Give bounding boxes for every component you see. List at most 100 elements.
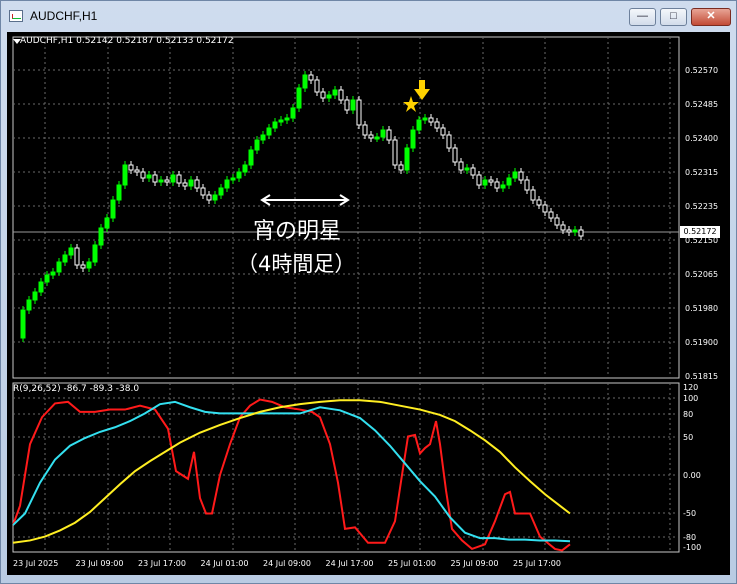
candle-body <box>176 174 182 184</box>
candle-body <box>56 261 62 273</box>
time-axis-label: 23 Jul 2025 <box>13 559 58 568</box>
candle-body <box>392 139 398 166</box>
candle-body <box>542 204 548 213</box>
candle-body <box>446 134 452 149</box>
candle-body <box>140 171 146 179</box>
candle-body <box>152 174 158 183</box>
candle-body <box>314 79 320 93</box>
candle-body <box>164 179 170 183</box>
candle-body <box>374 136 380 140</box>
candle-body <box>512 171 518 179</box>
candle-body <box>308 74 314 81</box>
candle-body <box>386 129 392 141</box>
candle-body <box>116 184 122 201</box>
candle-body <box>356 99 362 126</box>
indicator-axis-label: -50 <box>683 509 696 518</box>
candle-body <box>506 177 512 186</box>
candle-body <box>68 247 74 256</box>
candle-body <box>566 229 572 233</box>
candle-body <box>194 179 200 189</box>
price-chart-svg: 0.52570 0.52485 0.52400 0.52315 0.52235 0.521… <box>12 36 718 568</box>
candle-body <box>476 174 482 186</box>
candle-body <box>98 227 104 246</box>
candle-body <box>398 164 404 171</box>
candle-body <box>572 229 578 233</box>
indicator-axis-label: 100 <box>683 394 698 403</box>
time-axis-label: 24 Jul 01:00 <box>201 559 249 568</box>
annotation-subtitle: （4時間足） <box>237 252 356 276</box>
indicator-mid-line <box>12 400 571 543</box>
candle-body <box>224 179 230 189</box>
candle-body <box>218 187 224 196</box>
candle-body <box>26 299 32 311</box>
candle-body <box>422 117 428 121</box>
price-axis-label: 0.51900 <box>685 338 718 347</box>
candle-body <box>146 174 152 179</box>
candle-body <box>578 229 584 237</box>
candle-body <box>212 194 218 201</box>
candle-body <box>434 121 440 129</box>
candle-body <box>530 189 536 201</box>
candle-body <box>248 149 254 166</box>
price-axis-label: 0.52400 <box>685 134 718 143</box>
candle-body <box>518 171 524 181</box>
candle-body <box>206 194 212 201</box>
symbol-info: AUDCHF,H1 0.52142 0.52187 0.52133 0.5217… <box>20 36 234 46</box>
candle-body <box>452 147 458 163</box>
candle-body <box>38 281 44 293</box>
candle-body <box>524 179 530 191</box>
candle-body <box>482 179 488 186</box>
candle-body <box>548 211 554 219</box>
price-axis-label: 0.52315 <box>685 168 718 177</box>
indicator-axis-label: 120 <box>683 383 698 392</box>
candle-body <box>284 117 290 121</box>
indicator-axis-label: -100 <box>683 543 701 552</box>
candle-body <box>110 199 116 219</box>
candle-body <box>470 167 476 176</box>
candle-body <box>236 171 242 179</box>
annotation-title: 宵の明星 <box>253 219 342 244</box>
candle-body <box>278 119 284 123</box>
time-axis-label: 24 Jul 17:00 <box>326 559 374 568</box>
candle-body <box>332 89 338 96</box>
indicator-fast-line <box>12 398 571 552</box>
evening-star-icon <box>403 96 419 112</box>
candle-body <box>92 244 98 263</box>
candle-body <box>134 169 140 173</box>
price-axis-label: 0.52485 <box>685 100 718 109</box>
candle-body <box>260 134 266 141</box>
candle-body <box>182 182 188 187</box>
candle-body <box>20 309 26 339</box>
candle-body <box>188 179 194 187</box>
candle-body <box>500 184 506 189</box>
down-arrow-icon <box>419 80 425 90</box>
time-axis-label: 24 Jul 09:00 <box>263 559 311 568</box>
candle-body <box>404 147 410 171</box>
candle-body <box>320 91 326 99</box>
indicator-info: R(9,26,52) -86.7 -89.3 -38.0 <box>13 384 140 394</box>
candle-body <box>200 187 206 196</box>
price-axis-label: 0.52065 <box>685 270 718 279</box>
candle-body <box>416 119 422 131</box>
candle-body <box>266 127 272 136</box>
candle-body <box>326 94 332 99</box>
candle-body <box>122 164 128 186</box>
candle-body <box>428 117 434 123</box>
candle-body <box>536 199 542 206</box>
candle-body <box>104 217 110 229</box>
candle-body <box>272 121 278 129</box>
candle-body <box>230 177 236 181</box>
candle-body <box>74 247 80 266</box>
candle-body <box>494 181 500 189</box>
candle-body <box>560 224 566 231</box>
time-axis-label: 25 Jul 09:00 <box>451 559 499 568</box>
indicator-slow-line <box>12 399 571 544</box>
candle-body <box>128 164 134 171</box>
candle-body <box>32 291 38 301</box>
candle-body <box>242 164 248 173</box>
candle-body <box>410 129 416 149</box>
candle-body <box>80 264 86 269</box>
indicator-axis-label: 80 <box>683 410 693 419</box>
candle-body <box>368 134 374 139</box>
candle-body <box>296 87 302 109</box>
